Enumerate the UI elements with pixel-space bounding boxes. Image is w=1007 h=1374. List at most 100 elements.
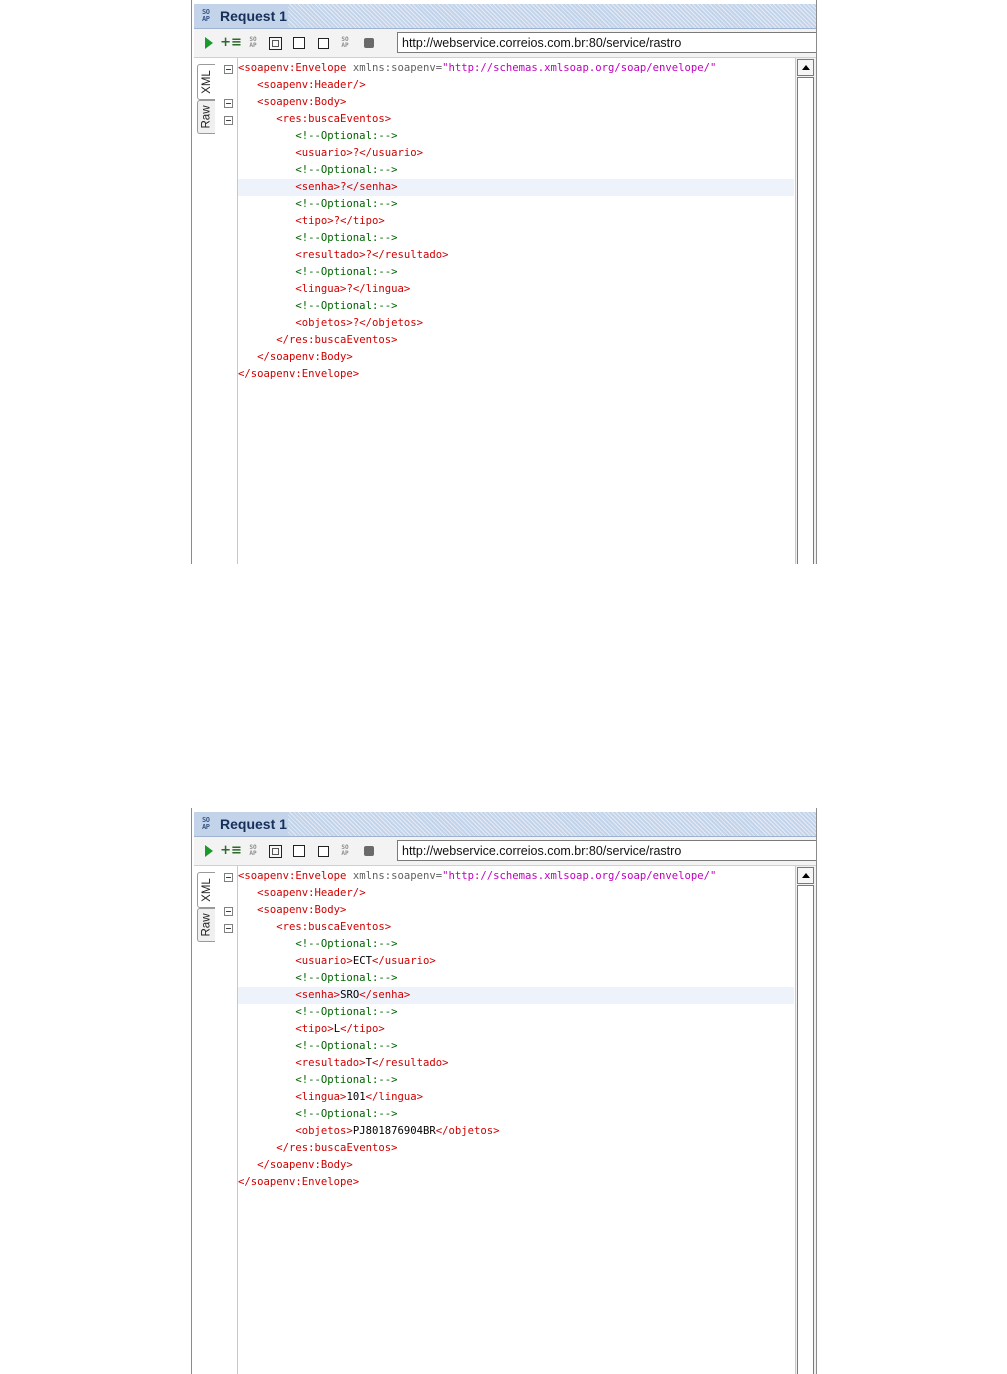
- xml-code-area[interactable]: <soapenv:Envelope xmlns:soapenv="http://…: [238, 60, 794, 564]
- soap-options-button[interactable]: SO AP: [336, 34, 354, 52]
- cancel-request-button[interactable]: [360, 34, 378, 52]
- tab-xml[interactable]: XML: [197, 872, 215, 908]
- play-icon: [205, 845, 213, 857]
- code-line: <!--Optional:-->: [295, 1108, 398, 1120]
- soap-icon: SO AP: [341, 36, 349, 49]
- code-line: <!--Optional:-->: [295, 164, 398, 176]
- code-line: <res:buscaEventos>: [276, 113, 392, 125]
- code-line: <!--Optional:-->: [295, 1074, 398, 1086]
- scroll-track[interactable]: [797, 885, 814, 1374]
- request-toolbar: +≡ SO AP SO AP: [194, 29, 816, 58]
- code-line: <soapenv:Body>: [257, 904, 347, 916]
- soap-icon: SO AP: [202, 8, 210, 23]
- tab-raw[interactable]: Raw: [197, 100, 215, 134]
- vertical-scrollbar[interactable]: [795, 58, 816, 564]
- editor-view-tabs: XML Raw: [194, 58, 216, 564]
- code-line: <resultado>?</resultado>: [295, 249, 449, 261]
- collapse-icon[interactable]: [224, 907, 233, 916]
- request-panel-after: SOAP Request 1 +≡ SOAP SOAP XML Raw <soa…: [191, 808, 817, 1374]
- clone-request-button[interactable]: [314, 842, 332, 860]
- code-line: <!--Optional:-->: [295, 300, 398, 312]
- line-gutter: [216, 866, 238, 1374]
- collapse-icon[interactable]: [224, 873, 233, 882]
- line-gutter: [216, 58, 238, 564]
- code-line: <!--Optional:-->: [295, 938, 398, 950]
- clone-request-button[interactable]: [314, 34, 332, 52]
- code-line: <soapenv:Body>: [257, 96, 347, 108]
- code-line: <!--Optional:-->: [295, 1040, 398, 1052]
- code-line: <!--Optional:-->: [295, 232, 398, 244]
- tab-xml-label: XML: [200, 70, 213, 94]
- create-request-button[interactable]: SO AP: [244, 842, 262, 860]
- request-panel-before: SOAP Request 1 +≡ SOAP SOAP XML Raw <soa…: [191, 0, 817, 564]
- request-tab[interactable]: SO AP Request 1: [194, 4, 288, 28]
- soap-icon: SO AP: [202, 816, 210, 831]
- code-line: <!--Optional:-->: [295, 972, 398, 984]
- stop-icon: [364, 846, 374, 856]
- code-line: <!--Optional:-->: [295, 1006, 398, 1018]
- frame-icon: [268, 36, 282, 50]
- code-line: <tipo>L</tipo>: [295, 1023, 385, 1035]
- run-request-button[interactable]: [200, 842, 218, 860]
- scroll-up-arrow-icon[interactable]: [797, 867, 814, 884]
- objetos-value: PJ801876904BR: [352, 1125, 436, 1137]
- lingua-value: 101: [346, 1091, 366, 1103]
- code-line: <soapenv:Header/>: [257, 79, 366, 91]
- xml-editor: XML Raw <soapenv:Envelope xmlns:soapenv=…: [194, 58, 816, 564]
- run-request-button[interactable]: [200, 34, 218, 52]
- add-step-icon: +≡: [220, 35, 242, 50]
- add-to-testcase-button[interactable]: +≡: [220, 34, 242, 52]
- code-line: <!--Optional:-->: [295, 266, 398, 278]
- copy-icon: [314, 34, 329, 49]
- endpoint-url-input[interactable]: [397, 840, 816, 861]
- code-line: <usuario>ECT</usuario>: [295, 955, 436, 967]
- senha-value: SRO: [340, 989, 360, 1001]
- vertical-scrollbar[interactable]: [795, 866, 816, 1374]
- maximize-button[interactable]: [290, 34, 308, 52]
- endpoint-url-input[interactable]: [397, 32, 816, 53]
- code-line: <res:buscaEventos>: [276, 921, 392, 933]
- collapse-icon[interactable]: [224, 65, 233, 74]
- editor-view-tabs: XML Raw: [194, 866, 216, 1374]
- current-code-line: <senha>?</senha>: [238, 179, 794, 196]
- cancel-request-button[interactable]: [360, 842, 378, 860]
- tab-raw-label: Raw: [200, 913, 213, 937]
- collapse-icon[interactable]: [224, 924, 233, 933]
- request-title-bar: SO AP Request 1: [194, 4, 816, 29]
- xml-code-area[interactable]: <soapenv:Envelope xmlns:soapenv="http://…: [238, 868, 794, 1374]
- play-icon: [205, 37, 213, 49]
- soap-icon: SO AP: [341, 844, 349, 857]
- soap-options-button[interactable]: SO AP: [336, 842, 354, 860]
- code-line: <tipo>?</tipo>: [295, 215, 385, 227]
- create-request-button[interactable]: SO AP: [244, 34, 262, 52]
- code-line: <!--Optional:-->: [295, 198, 398, 210]
- soap-icon: SO AP: [249, 844, 257, 857]
- collapse-icon[interactable]: [224, 116, 233, 125]
- square-icon: [293, 845, 305, 857]
- code-line: </res:buscaEventos>: [276, 334, 398, 346]
- stop-icon: [364, 38, 374, 48]
- scroll-up-arrow-icon[interactable]: [797, 59, 814, 76]
- request-title: Request 1: [220, 816, 287, 832]
- tab-xml[interactable]: XML: [197, 64, 215, 100]
- recreate-request-button[interactable]: [266, 842, 284, 860]
- code-line: <lingua>?</lingua>: [295, 283, 411, 295]
- code-line: </soapenv:Envelope>: [238, 368, 360, 380]
- request-tab[interactable]: SO AP Request 1: [194, 812, 288, 836]
- code-line: </soapenv:Envelope>: [238, 1176, 360, 1188]
- code-line: <usuario>?</usuario>: [295, 147, 423, 159]
- tab-raw[interactable]: Raw: [197, 908, 215, 942]
- collapse-icon[interactable]: [224, 99, 233, 108]
- maximize-button[interactable]: [290, 842, 308, 860]
- recreate-request-button[interactable]: [266, 34, 284, 52]
- copy-icon: [314, 842, 329, 857]
- add-to-testcase-button[interactable]: +≡: [220, 842, 242, 860]
- code-line: <soapenv:Header/>: [257, 887, 366, 899]
- code-line: <lingua>101</lingua>: [295, 1091, 423, 1103]
- code-line: <soapenv:Envelope xmlns:soapenv="http://…: [238, 870, 717, 882]
- request-toolbar: +≡ SO AP SO AP: [194, 837, 816, 866]
- usuario-value: ECT: [352, 955, 372, 967]
- scroll-track[interactable]: [797, 77, 814, 564]
- code-line: <objetos>PJ801876904BR</objetos>: [295, 1125, 500, 1137]
- code-line: </soapenv:Body>: [257, 351, 353, 363]
